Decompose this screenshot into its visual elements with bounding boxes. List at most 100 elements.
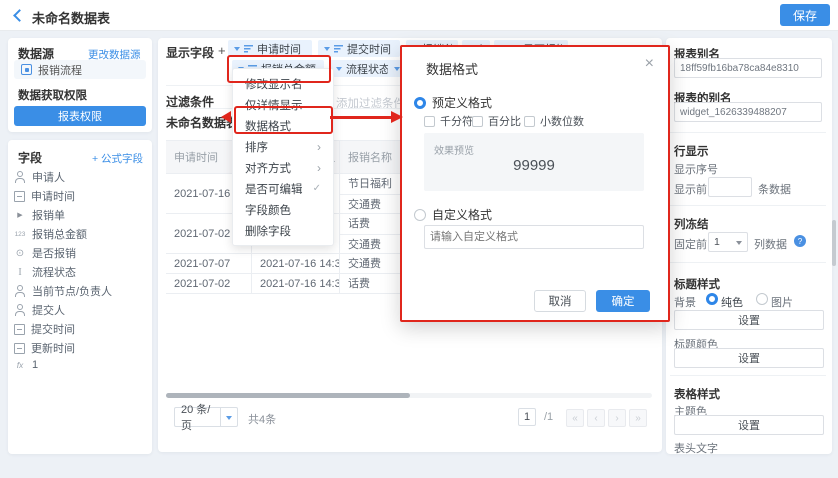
datasource-item-label: 报销流程 bbox=[38, 62, 82, 78]
text-icon bbox=[14, 266, 26, 278]
menu-item-label: 修改显示名 bbox=[245, 76, 303, 92]
bg-image-label[interactable]: 图片 bbox=[771, 294, 793, 310]
sort-lines-icon bbox=[334, 45, 343, 53]
predefined-format-label: 预定义格式 bbox=[432, 94, 492, 111]
formula-icon bbox=[14, 359, 26, 371]
confirm-button[interactable]: 确定 bbox=[596, 290, 650, 312]
display-fields-label: 显示字段 bbox=[166, 44, 214, 61]
table-style-section: 表格样式 bbox=[674, 386, 720, 402]
thousands-separator-checkbox[interactable]: 千分符 bbox=[424, 113, 473, 129]
alias-input[interactable] bbox=[674, 58, 822, 78]
chip-label: 提交时间 bbox=[347, 41, 391, 57]
submenu-arrow-icon: › bbox=[317, 161, 321, 175]
menu-item-sort[interactable]: 排序› bbox=[233, 136, 333, 157]
menu-item-detail-only[interactable]: 仅详情显示 bbox=[233, 94, 333, 115]
header-text-label: 表头文字 bbox=[674, 440, 718, 456]
prev-page-button[interactable]: ‹ bbox=[587, 409, 605, 427]
field-item[interactable]: 申请时间 bbox=[14, 188, 75, 204]
add-display-field-button[interactable]: + bbox=[218, 43, 226, 58]
help-icon[interactable]: ? bbox=[794, 235, 806, 247]
menu-item-rename[interactable]: 修改显示名 bbox=[233, 73, 333, 94]
custom-format-option[interactable]: 自定义格式 bbox=[414, 206, 492, 223]
menu-item-align[interactable]: 对齐方式 › bbox=[233, 157, 333, 178]
first-page-button[interactable]: « bbox=[566, 409, 584, 427]
chip-label: 申请时间 bbox=[257, 41, 301, 57]
expand-triangle-icon bbox=[14, 209, 26, 221]
field-label: 申请人 bbox=[32, 169, 65, 185]
widget-alias-input[interactable] bbox=[674, 102, 822, 122]
field-item[interactable]: 申请人 bbox=[14, 169, 65, 185]
field-label: 当前节点/负责人 bbox=[32, 283, 112, 299]
menu-item-label: 是否可编辑 bbox=[245, 181, 303, 197]
title-color-setting-button[interactable]: 设置 bbox=[674, 348, 824, 368]
submenu-arrow-icon: › bbox=[317, 140, 321, 154]
calendar-icon bbox=[14, 324, 25, 335]
menu-item-field-color[interactable]: 字段颜色 bbox=[233, 199, 333, 220]
permission-title: 数据获取权限 bbox=[18, 87, 87, 103]
field-label: 提交人 bbox=[32, 302, 65, 318]
cancel-button[interactable]: 取消 bbox=[534, 290, 586, 312]
menu-item-label: 数据格式 bbox=[245, 118, 291, 134]
decimal-places-checkbox[interactable]: 小数位数 bbox=[524, 113, 584, 129]
bg-image-radio[interactable] bbox=[756, 293, 768, 305]
last-page-button[interactable]: » bbox=[629, 409, 647, 427]
app-window: 未命名数据表 保存 数据源 更改数据源 报销流程 数据获取权限 报表权限 字段 … bbox=[0, 0, 838, 478]
freeze-count-value: 1 bbox=[714, 236, 720, 248]
freeze-section: 列冻结 bbox=[674, 216, 709, 232]
menu-item-label: 对齐方式 bbox=[245, 160, 291, 176]
show-first-count-input[interactable] bbox=[708, 177, 752, 197]
page-size-select[interactable]: 20 条/页 bbox=[174, 407, 238, 427]
save-button[interactable]: 保存 bbox=[780, 4, 830, 26]
freeze-count-select[interactable]: 1 bbox=[708, 232, 748, 252]
row-display-section: 行显示 bbox=[674, 143, 709, 159]
field-item[interactable]: 报销单 bbox=[14, 207, 65, 223]
menu-item-editable[interactable]: 是否可编辑✓ bbox=[233, 178, 333, 199]
v-scrollbar-thumb[interactable] bbox=[832, 220, 836, 266]
boolean-icon bbox=[14, 247, 26, 259]
field-item[interactable]: 1 bbox=[14, 359, 38, 371]
report-permission-button[interactable]: 报表权限 bbox=[14, 106, 146, 126]
field-item[interactable]: 报销总金额 bbox=[14, 226, 87, 242]
close-icon[interactable]: × bbox=[645, 55, 654, 73]
percentage-checkbox[interactable]: 百分比 bbox=[472, 113, 521, 129]
next-page-button[interactable]: › bbox=[608, 409, 626, 427]
field-item[interactable]: 更新时间 bbox=[14, 340, 75, 356]
divider bbox=[670, 375, 826, 376]
preview-value: 99999 bbox=[424, 157, 644, 174]
h-scrollbar-thumb[interactable] bbox=[166, 393, 410, 398]
preview-label: 效果预览 bbox=[434, 142, 474, 157]
chevron-down-icon bbox=[324, 47, 330, 54]
field-label: 1 bbox=[32, 359, 38, 371]
add-formula-field-link[interactable]: + 公式字段 bbox=[92, 151, 143, 166]
field-label: 是否报销 bbox=[32, 245, 76, 261]
number-icon bbox=[14, 228, 26, 240]
page-total: /1 bbox=[544, 411, 553, 423]
theme-color-setting-button[interactable]: 设置 bbox=[674, 415, 824, 435]
menu-item-delete-field[interactable]: 删除字段 bbox=[233, 220, 333, 241]
background-label: 背景 bbox=[674, 294, 696, 310]
user-icon bbox=[14, 171, 26, 183]
field-item[interactable]: 是否报销 bbox=[14, 245, 76, 261]
field-item[interactable]: 当前节点/负责人 bbox=[14, 283, 112, 299]
radio-unselected-icon bbox=[414, 209, 426, 221]
field-item[interactable]: 流程状态 bbox=[14, 264, 76, 280]
show-first-suffix: 条数据 bbox=[758, 181, 791, 197]
field-chip-apply-time[interactable]: 申请时间 bbox=[228, 40, 312, 57]
calendar-icon bbox=[14, 343, 25, 354]
custom-format-input[interactable] bbox=[424, 225, 644, 249]
predefined-format-option[interactable]: 预定义格式 bbox=[414, 94, 492, 111]
datasource-item[interactable]: 报销流程 bbox=[14, 60, 146, 79]
menu-item-data-format[interactable]: 数据格式 bbox=[233, 115, 333, 136]
bg-setting-button[interactable]: 设置 bbox=[674, 310, 824, 330]
page-number-input[interactable]: 1 bbox=[518, 408, 536, 426]
field-item[interactable]: 提交人 bbox=[14, 302, 65, 318]
bg-solid-label[interactable]: 纯色 bbox=[721, 294, 743, 310]
chip-label: 流程状态 bbox=[346, 61, 390, 77]
field-item[interactable]: 提交时间 bbox=[14, 321, 75, 337]
divider bbox=[670, 205, 826, 206]
show-index-label[interactable]: 显示序号 bbox=[674, 161, 718, 177]
cell-apply-date: 2021-07-02 bbox=[166, 274, 252, 293]
topbar bbox=[0, 0, 838, 31]
bg-solid-radio[interactable] bbox=[706, 293, 718, 305]
field-chip-submit-time[interactable]: 提交时间 bbox=[318, 40, 400, 57]
